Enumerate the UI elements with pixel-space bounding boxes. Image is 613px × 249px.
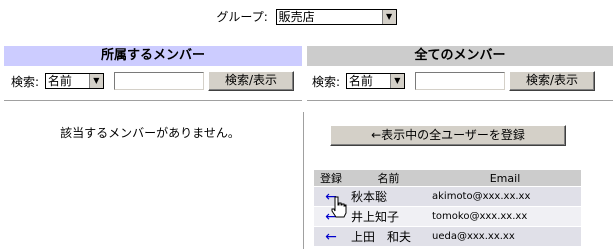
register-all-button[interactable]: ←表示中の全ユーザーを登録 (330, 125, 566, 146)
search-field-select[interactable]: 名前 ▼ (44, 73, 104, 89)
search-field-select[interactable]: 名前 ▼ (345, 73, 405, 89)
member-email: tomoko@xxx.xx.xx (429, 207, 581, 226)
no-members-message: 該当するメンバーがありません。 (60, 126, 240, 140)
my-members-search-row: 検索: 名前 ▼ (11, 72, 204, 92)
column-header-name: 名前 (348, 170, 429, 186)
search-field-value: 名前 (348, 74, 373, 88)
group-select-value: 販売店 (278, 9, 315, 24)
search-input[interactable] (414, 72, 505, 90)
my-members-header: 所属するメンバー (4, 46, 302, 66)
member-management-page: グループ: 販売店 ▼ 所属するメンバー 全てのメンバー 検索: 名前 ▼ 検索… (0, 0, 613, 249)
chevron-down-icon[interactable]: ▼ (389, 74, 404, 88)
hand-pointer-icon (331, 196, 347, 218)
divider (4, 100, 302, 101)
search-input[interactable] (113, 72, 204, 90)
table-row: ← 井上知子 tomoko@xxx.xx.xx (314, 207, 581, 226)
all-members-header: 全てのメンバー (307, 46, 613, 66)
divider (307, 100, 613, 101)
all-members-table: 登録 名前 Email ← 秋本聡 akimoto@xxx.xx.xx ← 井上… (314, 169, 581, 247)
member-name: 秋本聡 (348, 187, 429, 206)
register-arrow-icon[interactable]: ← (314, 227, 348, 246)
chevron-down-icon[interactable]: ▼ (381, 9, 396, 24)
member-name: 上田 和夫 (348, 227, 429, 246)
member-email: akimoto@xxx.xx.xx (429, 187, 581, 206)
search-button[interactable]: 検索/表示 (208, 71, 294, 91)
table-row: ← 上田 和夫 ueda@xxx.xx.xx (314, 227, 581, 246)
search-label: 検索: (312, 74, 341, 89)
panel-divider (303, 112, 305, 249)
column-header-register: 登録 (314, 170, 348, 186)
search-button[interactable]: 検索/表示 (509, 71, 595, 91)
table-header-row: 登録 名前 Email (314, 170, 581, 186)
member-email: ueda@xxx.xx.xx (429, 227, 581, 246)
table-row: ← 秋本聡 akimoto@xxx.xx.xx (314, 187, 581, 206)
group-select[interactable]: 販売店 ▼ (275, 8, 397, 25)
group-label: グループ: (216, 10, 268, 24)
search-field-value: 名前 (47, 74, 72, 88)
all-members-search-row: 検索: 名前 ▼ (312, 72, 505, 92)
group-selector-row: グループ: 販売店 ▼ (0, 8, 613, 28)
search-label: 検索: (11, 74, 40, 89)
member-name: 井上知子 (348, 207, 429, 226)
column-header-email: Email (429, 170, 581, 186)
chevron-down-icon[interactable]: ▼ (88, 74, 103, 88)
